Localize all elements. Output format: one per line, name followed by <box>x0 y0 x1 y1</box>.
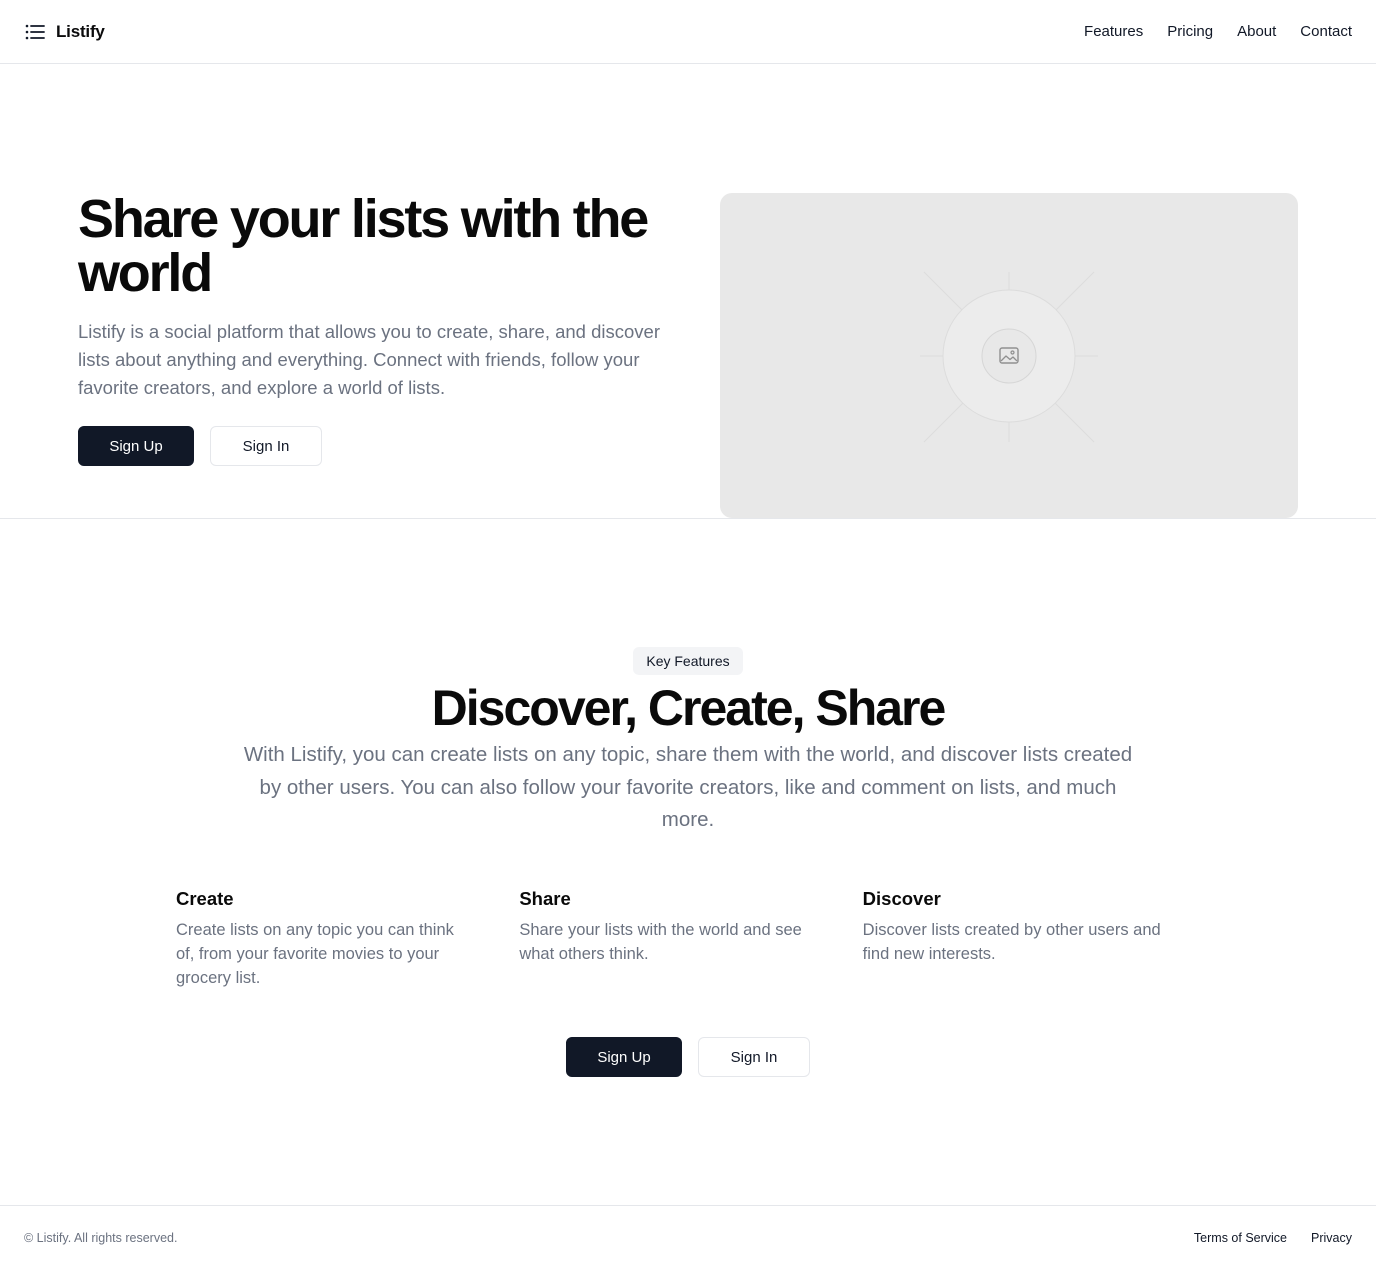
feature-title: Create <box>176 888 234 909</box>
feature-text: Share your lists with the world and see … <box>519 921 802 963</box>
features-section: Key Features Discover, Create, Share Wit… <box>0 519 1376 1205</box>
features-sign-in-button[interactable]: Sign In <box>698 1037 810 1077</box>
nav-about[interactable]: About <box>1237 23 1276 40</box>
feature-discover: Discover Discover lists created by other… <box>863 886 1206 990</box>
features-sign-up-button[interactable]: Sign Up <box>566 1037 682 1077</box>
copyright-text: © Listify. All rights reserved. <box>24 1231 178 1245</box>
features-description: With Listify, you can create lists on an… <box>243 743 1133 831</box>
hero-section: Share your lists with the world Listify … <box>0 64 1376 519</box>
terms-link[interactable]: Terms of Service <box>1194 1231 1287 1245</box>
main-nav: Features Pricing About Contact <box>1084 23 1352 40</box>
brand-link[interactable]: Listify <box>24 21 105 43</box>
feature-text: Discover lists created by other users an… <box>862 921 1161 963</box>
features-actions: Sign Up Sign In <box>566 1037 810 1077</box>
key-features-badge: Key Features <box>633 647 743 675</box>
hero-sign-up-button[interactable]: Sign Up <box>78 426 194 466</box>
hero-actions: Sign Up Sign In <box>78 426 322 466</box>
nav-contact[interactable]: Contact <box>1300 23 1352 40</box>
feature-text: Create lists on any topic you can think … <box>176 921 454 987</box>
feature-create: Create Create lists on any topic you can… <box>176 886 519 990</box>
image-placeholder-icon <box>998 346 1020 366</box>
feature-title: Discover <box>862 888 941 909</box>
hero-sign-in-button[interactable]: Sign In <box>210 426 322 466</box>
hero-title: Share your lists with the world <box>78 189 649 303</box>
nav-features[interactable]: Features <box>1084 23 1143 40</box>
page: Listify Features Pricing About Contact S… <box>0 0 1376 1270</box>
site-header: Listify Features Pricing About Contact <box>0 0 1376 64</box>
features-title: Discover, Create, Share <box>431 680 947 736</box>
feature-grid: Create Create lists on any topic you can… <box>176 886 1206 990</box>
site-footer: © Listify. All rights reserved. Terms of… <box>0 1205 1376 1270</box>
feature-share: Share Share your lists with the world an… <box>519 886 862 990</box>
feature-title: Share <box>519 888 571 909</box>
privacy-link[interactable]: Privacy <box>1311 1231 1352 1245</box>
brand-name: Listify <box>56 21 105 41</box>
nav-pricing[interactable]: Pricing <box>1167 23 1213 40</box>
list-icon <box>24 21 46 43</box>
hero-description: Listify is a social platform that allows… <box>78 321 660 398</box>
hero-image-placeholder <box>720 193 1298 518</box>
footer-links: Terms of Service Privacy <box>1194 1231 1352 1245</box>
